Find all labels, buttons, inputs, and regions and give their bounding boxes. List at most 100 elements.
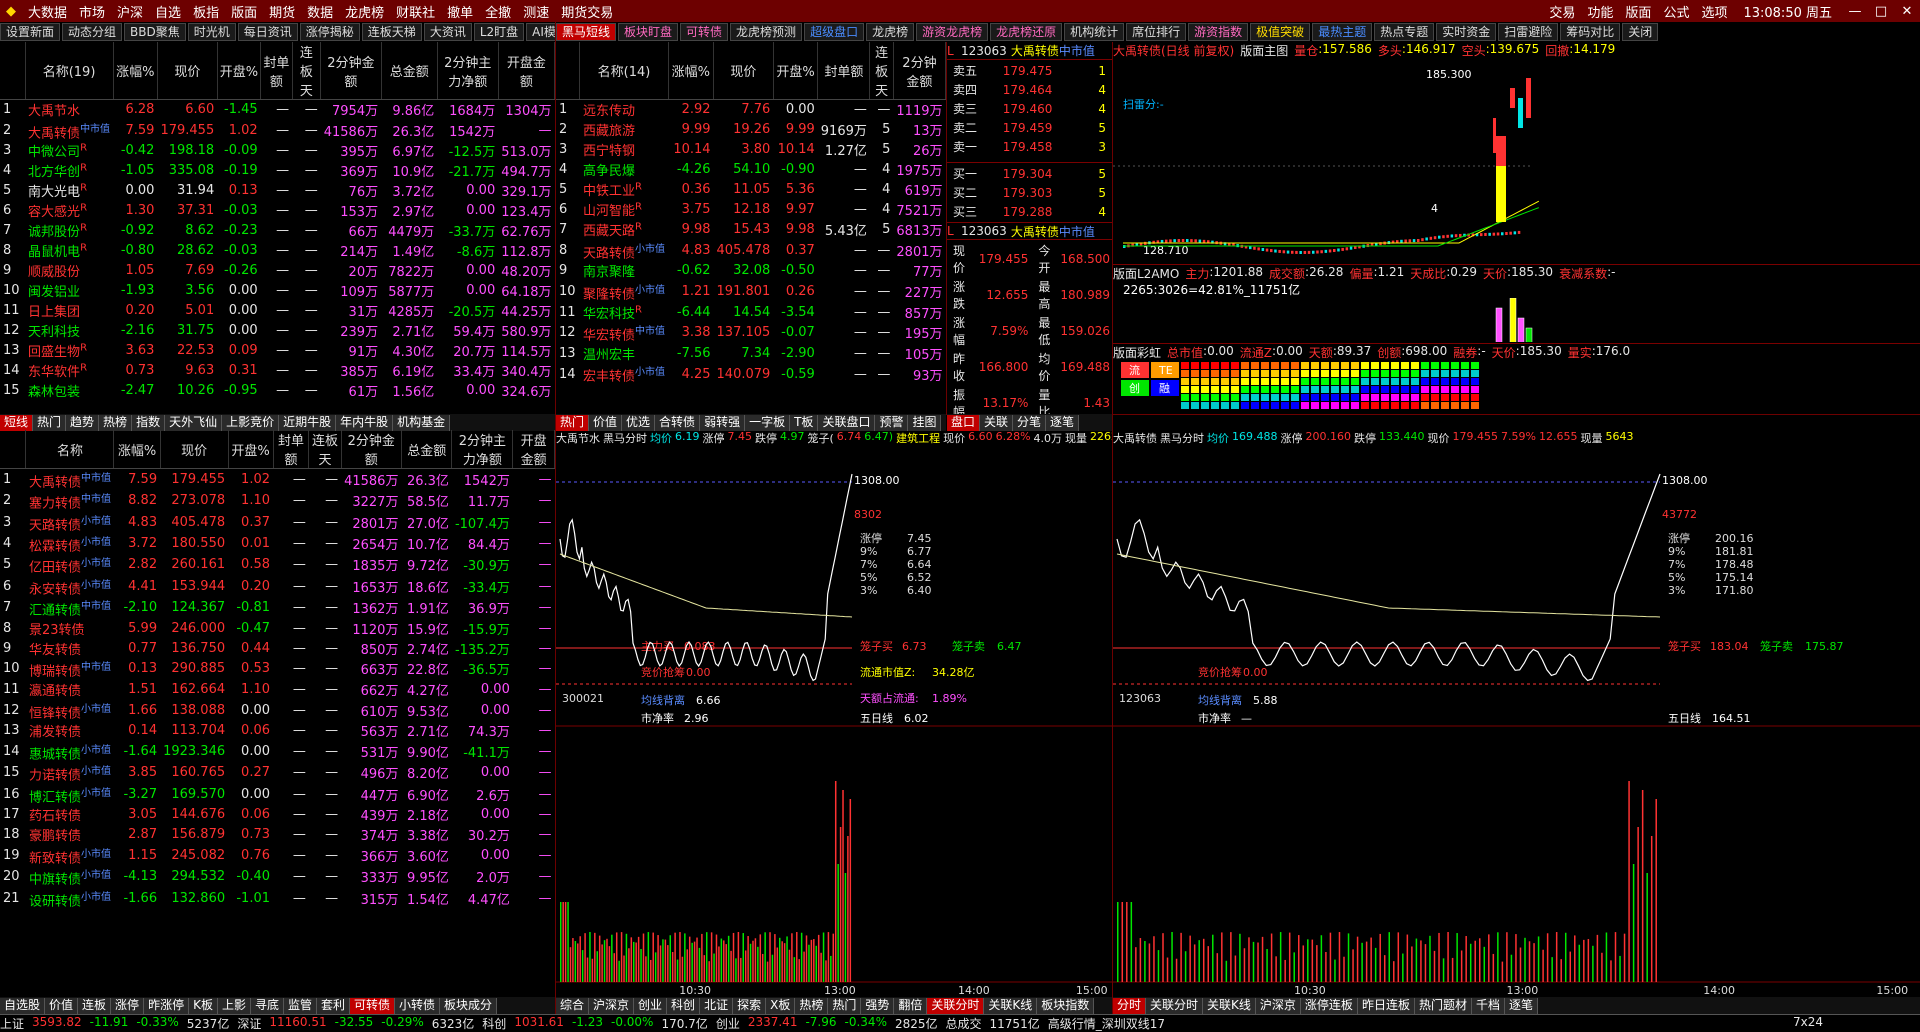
stock-name-text[interactable]: 高争民爆 [583,164,635,179]
column-header[interactable]: 开盘% [228,430,274,469]
table-row[interactable]: 10 聚隆转债小市值 1.21 191.801 0.26— —227万 [556,281,946,302]
tab-tabsMid[interactable]: 预警 [875,414,909,431]
tab-top-tabs-right[interactable]: 游资指数 [1188,23,1249,41]
table-row[interactable]: 4 北方华创R -1.05 335.08 -0.19— —369万 10.9亿 -21.7万 4… [0,161,555,181]
tab-tabsMid[interactable]: 关联盘口 [818,414,876,431]
table-row[interactable]: 7 汇通转债中市值 -2.10 124.367 -0.81— —1362万 1.91亿 36.… [0,597,555,618]
stock-name-text[interactable]: 塞力转债 [29,497,81,512]
stock-name[interactable]: 闽发铝业 [25,281,113,301]
tab-tabsA[interactable]: 趋势 [66,414,100,431]
stock-name-text[interactable]: 西藏旅游 [583,124,635,139]
column-header[interactable]: 开盘金额 [498,42,555,100]
status-sh[interactable]: -11.91 [90,1015,129,1032]
maximize-icon[interactable]: □ [1868,4,1894,19]
table-row[interactable]: 18 豪鹏转债 2.87 156.879 0.73— —374万 3.38亿 30.2万 — [0,825,555,845]
tab-tabsRight2[interactable]: 沪深京 [1255,997,1301,1014]
status-kc[interactable]: -1.23 [572,1015,603,1032]
table-row[interactable]: 6 山河智能R 3.75 12.18 9.97—4 7521万 [556,200,946,220]
tab-tabsA[interactable]: 指数 [132,414,166,431]
stock-name-text[interactable]: 华宏转债 [583,328,635,343]
table-row[interactable]: 8 晶鼠机电R -0.80 28.62 -0.03— —214万 1.49亿 -8.6万 112… [0,241,555,261]
table-row[interactable]: 6 容大感光R 1.30 37.31 -0.03— —153万 2.97亿 0.00 123.4… [0,201,555,221]
stock-name[interactable]: 诚邦股份R [25,221,113,241]
tab-tabsRight2[interactable]: 千档 [1471,997,1505,1014]
table-row[interactable]: 14 宏丰转债小市值 4.25 140.079 -0.59— —93万 [556,363,946,385]
column-header[interactable]: 名称 [25,430,115,469]
column-header[interactable]: 2分钟金额 [341,430,402,469]
table-row[interactable]: 13 温州宏丰 -7.56 7.34 -2.90— —105万 [556,343,946,363]
stock-name[interactable]: 新致转债小市值 [26,845,114,866]
book-row[interactable]: 卖三 179.460 4 [949,100,1110,117]
stock-name[interactable]: 永安转债小市值 [26,576,114,597]
stock-name[interactable]: 亿田转债小市值 [26,554,114,575]
tab-tabsC[interactable]: 涨停 [111,997,145,1014]
column-header[interactable]: 开盘金额 [512,430,555,469]
tab-tabsMid2[interactable]: 关联分时 [927,997,985,1014]
tab-tabsC[interactable]: 板块成分 [440,997,498,1014]
stock-name-text[interactable]: 恒锋转债 [29,706,81,721]
tab-tabsMid2[interactable]: 探索 [733,997,767,1014]
stock-name-text[interactable]: 聚隆转债 [583,287,635,302]
table-row[interactable]: 11 瀛通转债 1.51 162.664 1.10— —662万 4.27亿 0.00— [0,680,555,700]
status-kc[interactable]: -0.00% [611,1015,653,1032]
table-row[interactable]: 13 回盛生物R 3.63 22.53 0.09— —91万 4.30亿 20.7万 114.5… [0,341,555,361]
tab-tabsQuote[interactable]: 关联 [980,414,1014,431]
status-sz[interactable]: 深证 [237,1015,261,1032]
tab-top-tabs-right[interactable]: 筹码对比 [1560,23,1621,41]
menu-right-item[interactable]: 版面 [1619,2,1657,21]
stock-name-text[interactable]: 晶鼠机电 [28,245,80,260]
tab-tabsMid2[interactable]: 北证 [700,997,734,1014]
tab-tabsMid2[interactable]: 科创 [667,997,701,1014]
stock-name[interactable]: 西藏天路R [580,220,668,240]
tab-top-tabs-left[interactable]: 连板天梯 [361,23,422,41]
stock-name[interactable]: 东华软件R [25,361,113,381]
table-row[interactable]: 19 新致转债小市值 1.15 245.082 0.76— —366万 3.60亿 0.00— [0,845,555,866]
tab-tabsRight2[interactable]: 逐笔 [1504,997,1538,1014]
column-header[interactable]: 名称(14) [579,42,669,100]
tab-tabsC[interactable]: 小转债 [395,997,441,1014]
stock-name-text[interactable]: 森林包装 [28,385,80,398]
column-header[interactable]: 连板天 [292,42,322,100]
stock-name-text[interactable]: 中微公司 [28,145,80,160]
stock-name[interactable]: 西藏旅游 [580,120,668,140]
tab-top-tabs-right[interactable]: 黑马短线 [556,23,617,41]
stock-name[interactable]: 晶鼠机电R [25,241,113,261]
stock-name[interactable]: 山河智能R [580,200,668,220]
tab-tabsMid[interactable]: 价值 [589,414,623,431]
column-header[interactable]: 涨幅% [668,42,715,100]
stock-name-text[interactable]: 西藏天路 [583,224,635,239]
table-row[interactable]: 5 中铁工业R 0.36 11.05 5.36—4 619万 [556,180,946,200]
table-row[interactable]: 10 博瑞转债中市值 0.13 290.885 0.53— —663万 22.8亿 -36.5… [0,658,555,679]
stock-name[interactable]: 瀛通转债 [26,680,114,700]
tab-tabsMid[interactable]: 挂图 [908,414,942,431]
stock-name-text[interactable]: 汇通转债 [29,603,81,618]
tab-top-tabs-right[interactable]: 扫雷避险 [1498,23,1559,41]
table-row[interactable]: 4 松霖转债小市值 3.72 180.550 0.01— —2654万 10.7亿 84.4万… [0,533,555,554]
table-row[interactable]: 1 大禹转债中市值 7.59 179.455 1.02— —41586万 26.3亿 1542… [0,469,555,490]
stock-name[interactable]: 中旗转债小市值 [26,866,114,887]
stock-name-text[interactable]: 设研转债 [29,894,81,909]
column-header[interactable]: 封单额 [260,42,293,100]
tab-top-tabs-left[interactable]: 时光机 [187,23,236,41]
tab-top-tabs-left[interactable]: BBD聚焦 [124,23,186,41]
tab-top-tabs-right[interactable]: 板块盯盘 [618,23,679,41]
table-row[interactable]: 7 诚邦股份R -0.92 8.62 -0.23— —66万 4479万 -33.7万 62.7… [0,221,555,241]
status-sz[interactable]: -0.29% [381,1015,423,1032]
stock-name[interactable]: 博瑞转债中市值 [26,658,114,679]
table-row[interactable]: 5 亿田转债小市值 2.82 260.161 0.58— —1835万 9.72亿 -30.9… [0,554,555,575]
tab-top-tabs-right[interactable]: 席位排行 [1126,23,1187,41]
menu-right-item[interactable]: 交易 [1543,2,1581,21]
status-sz[interactable]: 6323亿 [432,1015,475,1032]
status-cy[interactable]: -0.34% [845,1015,887,1032]
minimize-icon[interactable]: — [1842,4,1868,19]
status-cy[interactable]: 2337.41 [748,1015,798,1032]
book-row[interactable]: 卖四 179.464 4 [949,81,1110,98]
book-row[interactable]: 买三 179.288 4 [949,203,1110,220]
stock-name[interactable]: 汇通转债中市值 [26,597,114,618]
stock-name[interactable]: 大禹转债中市值 [26,469,114,490]
table-row[interactable]: 9 华友转债 0.77 136.750 0.44— —850万 2.74亿 -135.2万 — [0,638,555,658]
stock-name-text[interactable]: 天利科技 [28,325,80,340]
stock-name-text[interactable]: 博汇转债 [29,790,81,805]
table-row[interactable]: 11 日上集团 0.20 5.01 0.00— —31万 4285万 -20.5万 44.25万 [0,301,555,321]
column-header[interactable]: 名称(19) [25,42,114,100]
